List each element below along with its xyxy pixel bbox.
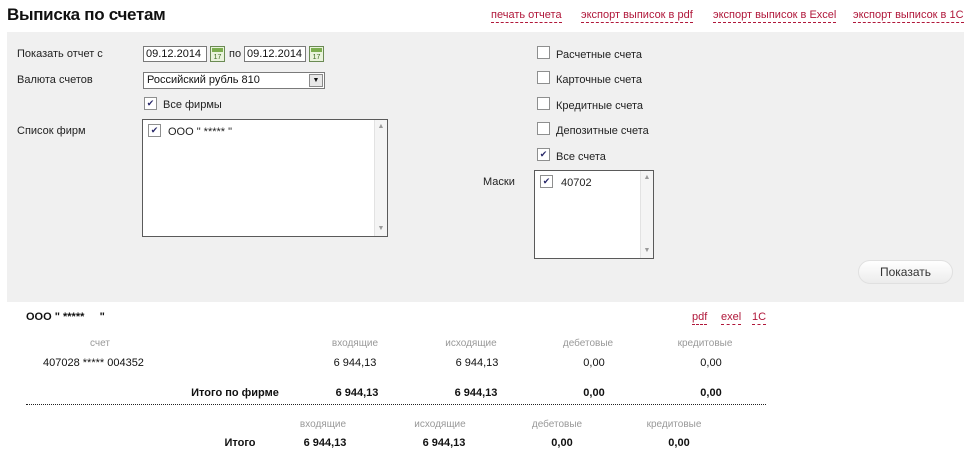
show-button[interactable]: Показать: [858, 260, 953, 284]
all-accounts-label: Все счета: [556, 151, 606, 163]
account-type-label: Кредитные счета: [556, 100, 644, 112]
divider: [26, 404, 766, 405]
account-type-label: Депозитные счета: [556, 125, 649, 137]
calendar-icon[interactable]: 17: [309, 46, 324, 62]
firms-listbox[interactable]: ООО " ***** " ▲ ▼: [142, 119, 388, 237]
firm-total-outgoing: 6 944,13: [454, 387, 498, 399]
all-accounts-checkbox[interactable]: [537, 148, 550, 161]
incoming-value: 6 944,13: [333, 357, 377, 369]
date-to-input[interactable]: [244, 46, 306, 62]
firm-export-excel-link[interactable]: exel: [721, 311, 742, 325]
outgoing-value: 6 944,13: [455, 357, 499, 369]
firm-total-incoming: 6 944,13: [335, 387, 379, 399]
export-excel-link[interactable]: экспорт выписок в Excel: [713, 9, 837, 23]
credit-value: 0,00: [700, 357, 722, 369]
total-header-outgoing: исходящие: [414, 419, 466, 430]
account-type-checkbox[interactable]: [537, 71, 550, 84]
total-header-debit: дебетовые: [531, 419, 583, 430]
firm-total-label: Итого по фирме: [191, 387, 279, 399]
scroll-down-icon[interactable]: ▼: [641, 245, 653, 257]
mask-checkbox[interactable]: [540, 175, 553, 188]
currency-select-value: Российский рубль 810: [147, 74, 260, 86]
currency-select[interactable]: Российский рубль 810 ▼: [143, 72, 325, 89]
column-header-account: счет: [90, 338, 110, 349]
date-to-label: по: [229, 48, 242, 60]
firm-total-debit: 0,00: [583, 387, 605, 399]
currency-label: Валюта счетов: [17, 74, 93, 86]
firm-total-credit: 0,00: [700, 387, 722, 399]
firm-export-1c-link[interactable]: 1С: [752, 311, 767, 325]
scroll-up-icon[interactable]: ▲: [641, 172, 653, 184]
firm-export-pdf-link[interactable]: pdf: [692, 311, 708, 325]
print-report-link[interactable]: печать отчета: [491, 9, 562, 23]
account-type-label: Расчетные счета: [556, 49, 643, 61]
masks-label: Маски: [483, 176, 515, 188]
report-firm-title: ООО " ***** ": [26, 311, 105, 323]
grand-total-credit: 0,00: [668, 437, 690, 449]
page-title: Выписка по счетам: [7, 5, 166, 24]
column-header-credit: кредитовые: [677, 338, 733, 349]
all-firms-label: Все фирмы: [163, 99, 222, 111]
total-header-credit: кредитовые: [646, 419, 702, 430]
period-label: Показать отчет с: [17, 48, 103, 60]
grand-total-incoming: 6 944,13: [303, 437, 347, 449]
scroll-up-icon[interactable]: ▲: [375, 121, 387, 133]
firms-label: Список фирм: [17, 125, 86, 137]
chevron-down-icon[interactable]: ▼: [309, 74, 323, 87]
account-number: 407028 ***** 004352: [43, 357, 144, 369]
masks-scrollbar[interactable]: ▲ ▼: [640, 171, 653, 258]
all-firms-checkbox[interactable]: [144, 97, 157, 110]
masks-listbox[interactable]: 40702 ▲ ▼: [534, 170, 654, 259]
grand-total-debit: 0,00: [551, 437, 573, 449]
debit-value: 0,00: [583, 357, 605, 369]
firms-scrollbar[interactable]: ▲ ▼: [374, 120, 387, 236]
column-header-outgoing: исходящие: [445, 338, 497, 349]
account-type-checkbox[interactable]: [537, 122, 550, 135]
export-1c-link[interactable]: экспорт выписок в 1С: [853, 9, 964, 23]
export-pdf-link[interactable]: экспорт выписок в pdf: [581, 9, 693, 23]
grand-total-outgoing: 6 944,13: [422, 437, 466, 449]
mask-item-label: 40702: [561, 177, 592, 189]
column-header-incoming: входящие: [331, 338, 379, 349]
account-type-checkbox[interactable]: [537, 46, 550, 59]
firm-item-label: ООО " ***** ": [168, 126, 233, 138]
date-from-input[interactable]: [143, 46, 207, 62]
total-header-incoming: входящие: [299, 419, 347, 430]
firm-checkbox[interactable]: [148, 124, 161, 137]
column-header-debit: дебетовые: [562, 338, 614, 349]
account-type-checkbox[interactable]: [537, 97, 550, 110]
account-type-label: Карточные счета: [556, 74, 642, 86]
calendar-icon[interactable]: 17: [210, 46, 225, 62]
scroll-down-icon[interactable]: ▼: [375, 223, 387, 235]
